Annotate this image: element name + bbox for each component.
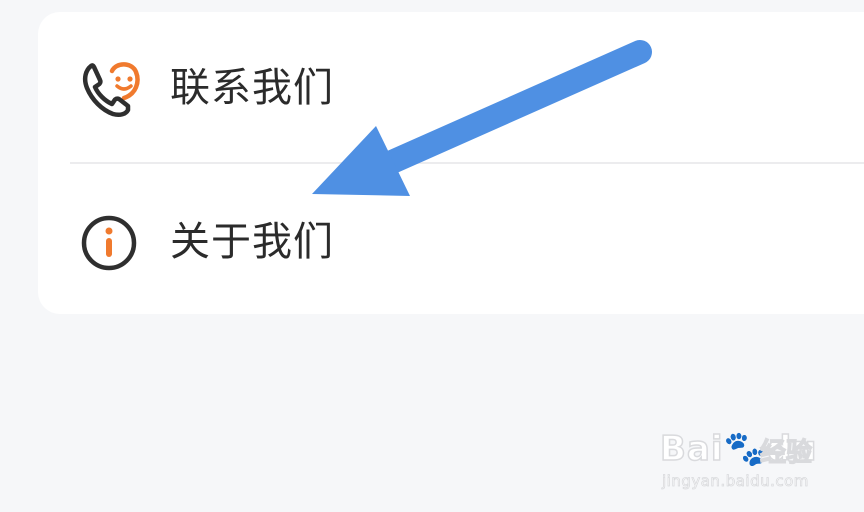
menu-item-contact-us[interactable]: 联系我们 xyxy=(38,12,864,162)
info-icon xyxy=(81,215,137,271)
menu-item-label: 联系我们 xyxy=(170,65,334,111)
watermark-url: jingyan.baidu.com xyxy=(662,472,809,490)
baidu-jingyan-watermark: Bai🐾du 经验 jingyan.baidu.com xyxy=(659,418,830,498)
menu-item-label: 关于我们 xyxy=(170,219,334,265)
watermark-cn: 经验 xyxy=(759,438,813,468)
settings-card: 联系我们 关于我们 xyxy=(38,12,864,314)
menu-item-about-us[interactable]: 关于我们 xyxy=(38,164,864,314)
phone-smile-icon xyxy=(82,62,140,118)
